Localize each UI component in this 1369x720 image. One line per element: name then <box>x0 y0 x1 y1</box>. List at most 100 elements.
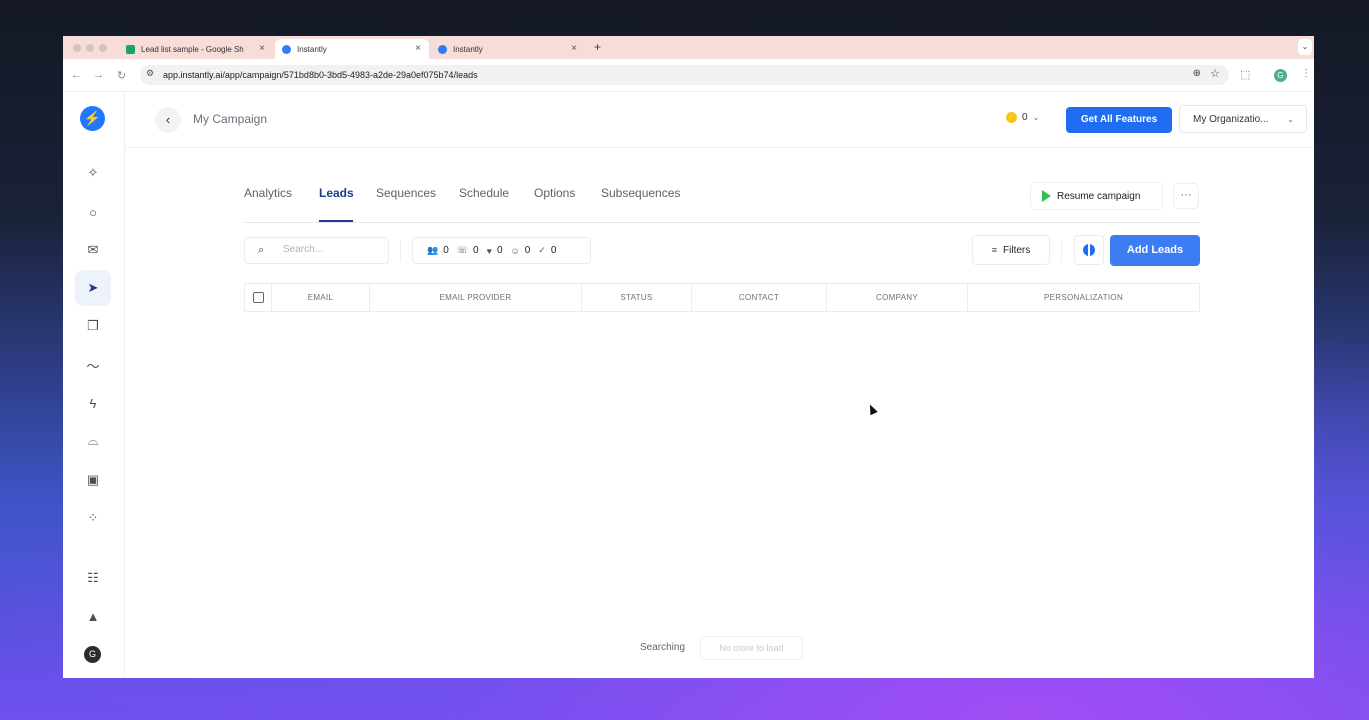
unibox-icon[interactable]: ▣ <box>75 462 111 498</box>
tab-search-icon[interactable]: ⌄ <box>1298 39 1312 55</box>
credits-count: 0 <box>1022 112 1028 123</box>
tab-sequences[interactable]: Sequences <box>376 186 436 200</box>
column-header-company[interactable]: COMPANY <box>827 284 967 311</box>
site-info-icon[interactable]: ⚙ <box>146 68 154 79</box>
templates-icon[interactable]: ❐ <box>75 308 111 344</box>
add-leads-button[interactable]: Add Leads <box>1110 235 1200 266</box>
stat-value: 0 <box>443 245 449 256</box>
mail-icon[interactable]: ✉ <box>75 232 111 268</box>
filters-label: Filters <box>1003 244 1031 256</box>
analytics-icon[interactable]: 〜 <box>75 347 111 383</box>
extensions-icon[interactable]: ⬚ <box>1240 68 1250 81</box>
instantly-logo[interactable]: ⚡ <box>80 106 105 131</box>
copilot-icon[interactable]: ✧ <box>75 155 111 191</box>
sidebar: ⚡ ✧ ○ ✉ ➤ ❐ 〜 ϟ ⌓ ▣ ⁘ ☷ ▲ G <box>63 92 125 678</box>
zoom-icon[interactable]: ⊕ <box>1193 68 1201 79</box>
stat-value: 0 <box>473 245 479 256</box>
back-button[interactable]: ‹ <box>155 107 181 133</box>
app: ⚡ ✧ ○ ✉ ➤ ❐ 〜 ϟ ⌓ ▣ ⁘ ☷ ▲ G ‹ My Campaig… <box>63 92 1314 678</box>
lead-search[interactable]: ⌕ <box>244 237 389 264</box>
stat-leads: 👥 0 <box>427 245 449 256</box>
bookmark-star-icon[interactable]: ☆ <box>1210 67 1220 80</box>
lead-stats: 👥 0 ☏ 0 ♥ 0 ☺ 0 ✓ 0 <box>412 237 591 264</box>
filter-icon: ≡ <box>991 245 998 255</box>
lightning-icon[interactable]: ϟ <box>75 385 111 421</box>
column-header-contact[interactable]: CONTACT <box>692 284 826 311</box>
feedback-icon[interactable]: ☷ <box>75 560 111 596</box>
stat-contacted: ☏ 0 <box>457 245 479 256</box>
user-avatar[interactable]: G <box>84 646 101 663</box>
tab-title: Instantly <box>297 44 327 54</box>
credits-dropdown[interactable]: ⚡ 0 ⌄ <box>1006 112 1039 123</box>
toolbar-divider <box>1061 240 1062 262</box>
campaigns-send-icon[interactable]: ➤ <box>75 270 111 306</box>
browser-tab-instantly-active[interactable]: Instantly × <box>275 39 429 59</box>
forward-arrow-icon[interactable]: → <box>93 69 104 81</box>
play-icon <box>1042 190 1051 202</box>
stat-interested: ♥ 0 <box>487 245 503 256</box>
browser-window: Lead list sample - Google Sh × Instantly… <box>63 36 1314 678</box>
people-icon: 👥 <box>427 245 439 255</box>
tab-leads[interactable]: Leads <box>319 186 354 200</box>
toolbar-divider <box>400 240 401 262</box>
searching-status: Searching <box>640 642 686 653</box>
heart-icon: ♥ <box>486 245 492 256</box>
browser-tab-instantly[interactable]: Instantly × <box>431 39 585 59</box>
column-header-email-provider[interactable]: EMAIL PROVIDER <box>370 284 581 311</box>
profile-avatar[interactable]: G <box>1274 69 1287 82</box>
leads-table: EMAIL EMAIL PROVIDER STATUS CONTACT COMP… <box>244 283 1200 312</box>
column-header-status[interactable]: STATUS <box>582 284 691 311</box>
new-tab-button[interactable]: + <box>594 40 601 54</box>
reload-icon[interactable]: ↻ <box>117 69 126 82</box>
smile-icon: ☺ <box>510 245 520 256</box>
browser-menu-icon[interactable]: ⋮ <box>1301 68 1311 79</box>
no-more-to-load-button: No more to load <box>700 636 803 660</box>
search-icon: ⌕ <box>258 244 265 256</box>
resume-campaign-button[interactable]: Resume campaign <box>1030 182 1163 210</box>
ai-icon <box>1083 244 1095 256</box>
tab-strip: Lead list sample - Google Sh × Instantly… <box>63 36 1314 59</box>
megaphone-icon: ☏ <box>456 245 469 255</box>
omnibox[interactable]: ⚙ app.instantly.ai/app/campaign/571bd8b0… <box>140 65 1229 85</box>
tab-subsequences[interactable]: Subsequences <box>601 186 680 200</box>
coin-icon: ⚡ <box>1006 112 1017 123</box>
instantly-icon <box>438 44 447 54</box>
organization-label: My Organizatio... <box>1193 114 1269 125</box>
filters-button[interactable]: ≡ Filters <box>972 235 1050 265</box>
back-arrow-icon[interactable]: ← <box>71 69 82 81</box>
ai-enrich-button[interactable] <box>1074 235 1104 265</box>
tab-analytics[interactable]: Analytics <box>244 186 292 200</box>
url-text[interactable]: app.instantly.ai/app/campaign/571bd8b0-3… <box>163 70 478 80</box>
active-tab-indicator <box>319 220 353 222</box>
stat-value: 0 <box>524 245 531 256</box>
more-options-button[interactable]: ··· <box>1173 183 1199 209</box>
integrations-icon[interactable]: ⁘ <box>75 500 111 536</box>
instantly-icon <box>282 44 291 54</box>
stat-value: 0 <box>496 245 503 256</box>
mouse-cursor-icon <box>866 402 878 416</box>
window-controls[interactable] <box>73 44 107 52</box>
search-input[interactable] <box>283 244 378 255</box>
column-header-email[interactable]: EMAIL <box>272 284 369 311</box>
select-all-checkbox[interactable] <box>253 292 264 303</box>
ufo-icon[interactable]: ⌓ <box>75 423 111 459</box>
check-circle-icon: ✓ <box>538 245 546 255</box>
browser-tab-sheets[interactable]: Lead list sample - Google Sh × <box>119 39 273 59</box>
chevron-down-icon: ⌄ <box>1287 115 1294 124</box>
close-tab-icon[interactable]: × <box>571 43 577 54</box>
resume-label: Resume campaign <box>1057 190 1141 202</box>
search-icon[interactable]: ○ <box>75 194 111 230</box>
stat-completed: ✓ 0 <box>538 245 556 256</box>
tab-options[interactable]: Options <box>534 186 575 200</box>
rocket-icon[interactable]: ▲ <box>75 598 111 634</box>
campaign-title: My Campaign <box>193 112 268 126</box>
tab-schedule[interactable]: Schedule <box>459 186 509 200</box>
stat-value: 0 <box>550 245 557 256</box>
chevron-down-icon: ⌄ <box>1032 113 1040 122</box>
organization-selector[interactable]: My Organizatio... ⌄ <box>1179 105 1307 133</box>
close-tab-icon[interactable]: × <box>415 43 421 54</box>
tab-title: Instantly <box>453 44 483 54</box>
column-header-personalization[interactable]: PERSONALIZATION <box>968 284 1199 311</box>
close-tab-icon[interactable]: × <box>259 43 265 54</box>
get-all-features-button[interactable]: Get All Features <box>1066 107 1172 133</box>
